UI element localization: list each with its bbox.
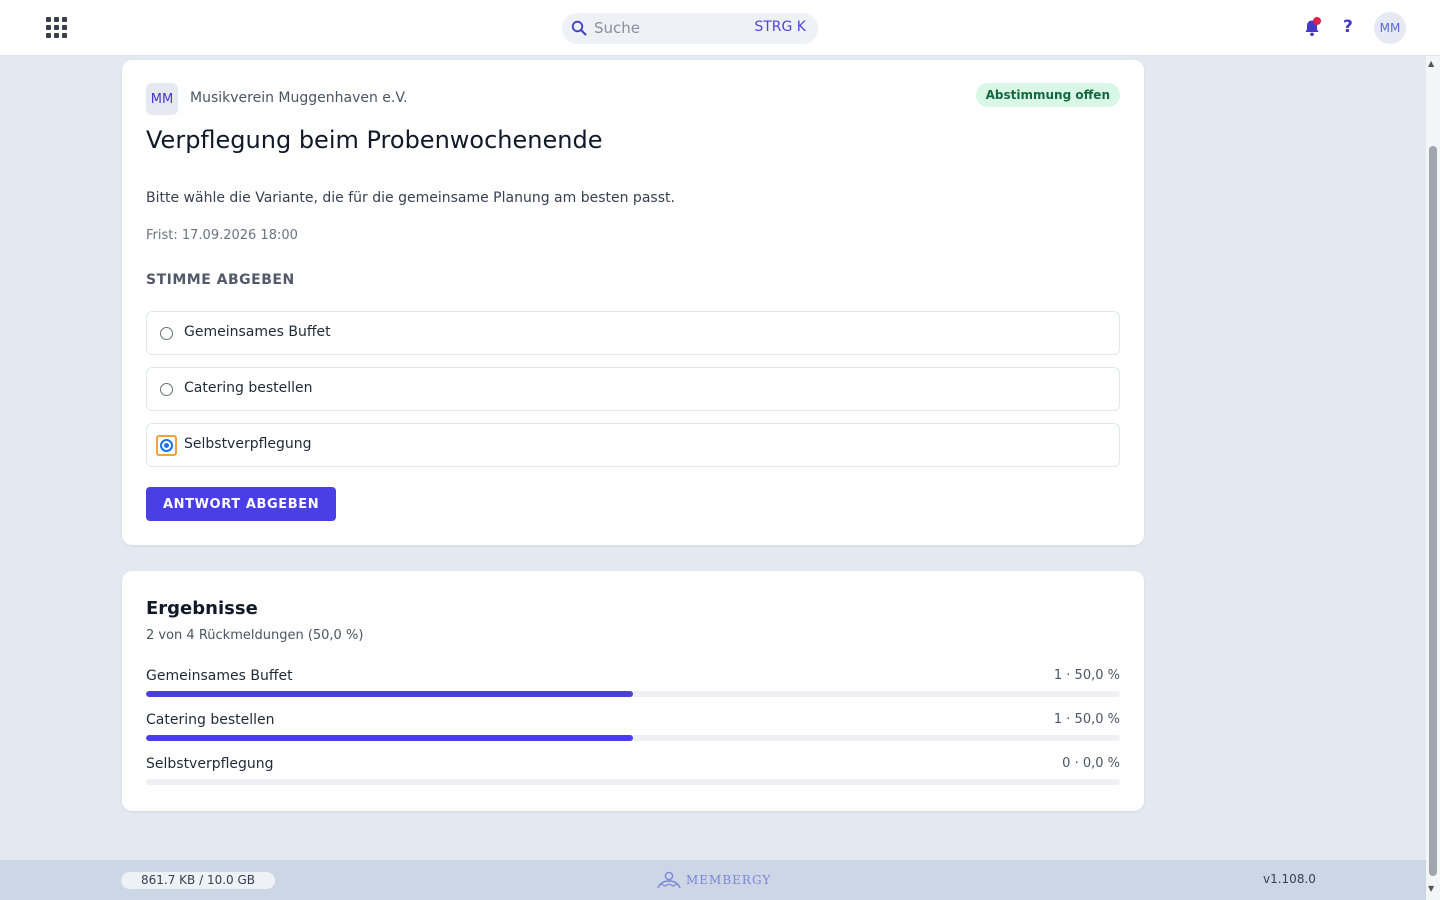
- top-bar: Suche STRG K ? MM: [0, 0, 1440, 56]
- radio-button[interactable]: [160, 383, 173, 396]
- result-bar: [146, 735, 1120, 741]
- membergy-logo-icon: [657, 871, 681, 889]
- result-label: Selbstverpflegung: [146, 756, 274, 772]
- org-avatar: MM: [146, 83, 178, 115]
- storage-usage: 861.7 KB / 10.0 GB: [121, 872, 276, 889]
- scroll-down-arrow-icon[interactable]: ▼: [1428, 884, 1434, 893]
- result-label: Gemeinsames Buffet: [146, 668, 293, 684]
- section-label: STIMME ABGEBEN: [146, 272, 295, 288]
- result-label: Catering bestellen: [146, 712, 275, 728]
- search-placeholder: Suche: [594, 19, 641, 37]
- option-label: Catering bestellen: [184, 380, 313, 396]
- poll-card: MM Musikverein Muggenhaven e.V. Abstimmu…: [122, 60, 1144, 545]
- brand-wordmark: MEMBERGY: [686, 873, 772, 887]
- footer: 861.7 KB / 10.0 GB MEMBERGY v1.108.0: [0, 860, 1426, 900]
- user-avatar[interactable]: MM: [1374, 12, 1406, 44]
- option-gemeinsames-buffet[interactable]: Gemeinsames Buffet: [146, 311, 1120, 355]
- search-icon: [571, 20, 587, 36]
- result-bar: [146, 779, 1120, 785]
- option-catering-bestellen[interactable]: Catering bestellen: [146, 367, 1120, 411]
- result-row: Gemeinsames Buffet 1 · 50,0 %: [146, 668, 1120, 704]
- result-row: Selbstverpflegung 0 · 0,0 %: [146, 756, 1120, 792]
- result-bar-fill: [146, 735, 633, 741]
- brand-logo[interactable]: MEMBERGY: [656, 869, 771, 891]
- notification-dot: [1313, 17, 1321, 25]
- status-badge: Abstimmung offen: [975, 83, 1120, 107]
- help-button[interactable]: ?: [1343, 17, 1353, 37]
- result-value: 1 · 50,0 %: [1053, 712, 1120, 727]
- result-value: 1 · 50,0 %: [1053, 668, 1120, 683]
- poll-description: Bitte wähle die Variante, die für die ge…: [146, 190, 675, 206]
- poll-deadline: Frist: 17.09.2026 18:00: [146, 228, 298, 243]
- submit-answer-button[interactable]: ANTWORT ABGEBEN: [146, 487, 337, 521]
- notifications-button[interactable]: [1301, 17, 1323, 39]
- results-summary: 2 von 4 Rückmeldungen (50,0 %): [146, 628, 364, 643]
- apps-grid-icon[interactable]: [44, 15, 68, 39]
- option-selbstverpflegung[interactable]: Selbstverpflegung: [146, 423, 1120, 467]
- scrollbar-thumb[interactable]: [1429, 146, 1437, 876]
- results-card: Ergebnisse 2 von 4 Rückmeldungen (50,0 %…: [122, 571, 1144, 811]
- result-bar-fill: [146, 691, 633, 697]
- option-label: Gemeinsames Buffet: [184, 324, 331, 340]
- results-title: Ergebnisse: [146, 598, 258, 619]
- result-row: Catering bestellen 1 · 50,0 %: [146, 712, 1120, 748]
- search-shortcut: STRG K: [754, 19, 806, 35]
- radio-button-selected[interactable]: [160, 439, 173, 452]
- result-value: 0 · 0,0 %: [1062, 756, 1120, 771]
- result-bar: [146, 691, 1120, 697]
- page-title: Verpflegung beim Probenwochenende: [146, 126, 603, 154]
- option-label: Selbstverpflegung: [184, 436, 312, 452]
- app-version: v1.108.0: [1263, 872, 1316, 886]
- scroll-up-arrow-icon[interactable]: ▲: [1428, 59, 1434, 68]
- org-name: Musikverein Muggenhaven e.V.: [190, 90, 408, 106]
- search-input[interactable]: Suche STRG K: [562, 13, 818, 44]
- radio-button[interactable]: [160, 327, 173, 340]
